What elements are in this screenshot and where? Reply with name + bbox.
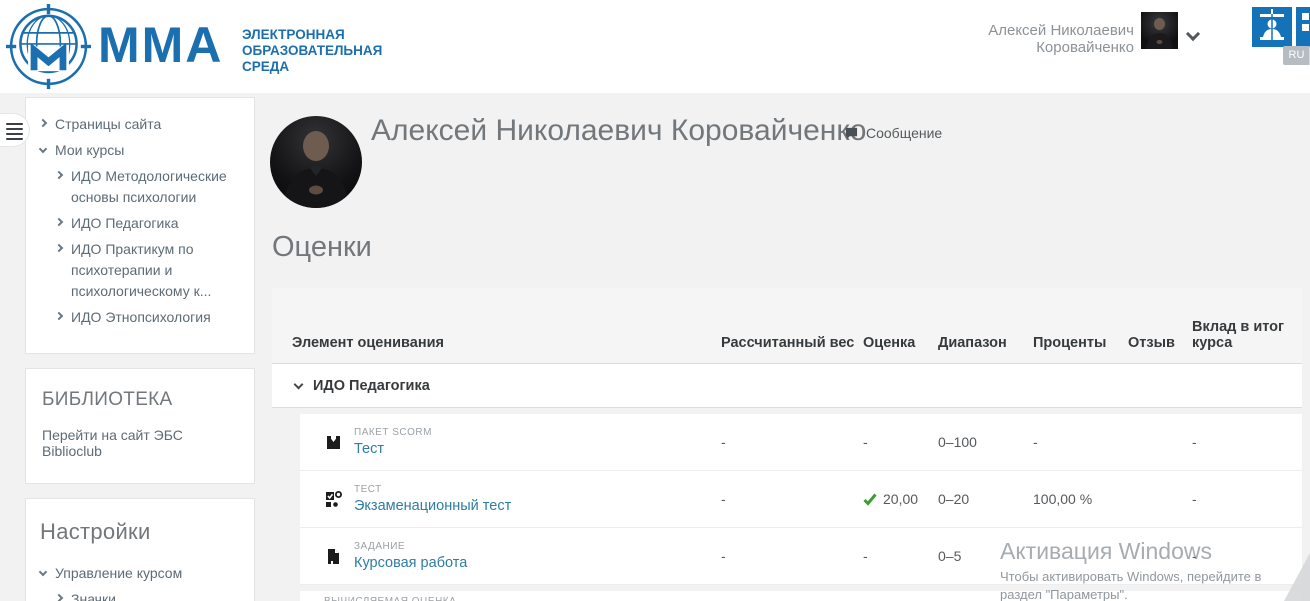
cell-percent: 100,00 % [1033, 491, 1128, 507]
sidebar-item-label: Мои курсы [55, 140, 124, 161]
sidebar-item-badges[interactable]: Значки [56, 589, 240, 601]
message-link-label: Сообщение [866, 125, 942, 141]
profile-avatar [270, 116, 362, 208]
cell-contribution: - [1192, 434, 1302, 450]
item-type-label: ЗАДАНИЕ [354, 541, 467, 552]
sidebar-item-label: ИДО Этнопсихология [71, 307, 211, 328]
sidebar-item-course-praktikum[interactable]: ИДО Практикум по психотерапии и психолог… [56, 239, 240, 302]
grade-value: - [863, 548, 868, 564]
table-row-scorm-test: ПАКЕТ SCORM Тест - - 0–100 - - [300, 414, 1302, 471]
sidebar-item-course-administration[interactable]: Управление курсом [40, 563, 240, 584]
apps-grid-icon[interactable] [1296, 7, 1310, 47]
sidebar-item-label: Управление курсом [55, 563, 182, 584]
column-header-range: Диапазон [938, 335, 1033, 351]
item-type-label: ВЫЧИСЛЯЕМАЯ ОЦЕНКА [300, 591, 1302, 601]
grade-item-link[interactable]: Тест [354, 441, 432, 457]
cell-percent: - [1033, 434, 1128, 450]
item-type-label: ТЕСТ [354, 484, 511, 495]
column-header-item: Элемент оценивания [272, 335, 721, 351]
chevron-right-icon [39, 119, 47, 127]
grades-report-table: Элемент оценивания Рассчитанный вес Оцен… [272, 288, 1302, 601]
column-header-percent: Проценты [1033, 335, 1128, 351]
cell-contribution: - [1192, 491, 1302, 507]
cell-grade: - [863, 434, 938, 450]
scorm-icon [325, 434, 342, 451]
item-type-label: ПАКЕТ SCORM [354, 427, 432, 438]
tagline-line: СРЕДА [242, 59, 382, 75]
chevron-down-icon [39, 145, 47, 153]
page-title: Оценки [272, 231, 372, 264]
table-row-exam-quiz: ТЕСТ Экзаменационный тест - 20,00 0–20 1… [300, 471, 1302, 528]
cell-weight: - [721, 434, 863, 450]
sidebar-item-course-pedagogika[interactable]: ИДО Педагогика [56, 213, 240, 234]
message-bubble-icon [845, 127, 858, 140]
cell-range: 0–5 [938, 548, 1033, 564]
course-section-label: ИДО Педагогика [313, 378, 430, 394]
column-header-weight: Рассчитанный вес [721, 335, 863, 351]
grade-value: 20,00 [883, 491, 918, 507]
cell-grade: 20,00 [863, 491, 938, 507]
quiz-icon [325, 491, 342, 508]
cell-weight: - [721, 491, 863, 507]
sidebar-item-label: Значки [71, 589, 116, 601]
course-section-row[interactable]: ИДО Педагогика [272, 363, 1302, 408]
mma-logo-globe-icon[interactable] [6, 4, 91, 89]
sidebar-item-label: ИДО Практикум по психотерапии и психолог… [71, 239, 240, 302]
sidebar: Страницы сайта Мои курсы ИДО Методологич… [25, 97, 255, 601]
sidebar-item-my-courses[interactable]: Мои курсы [40, 140, 240, 161]
grade-item-link[interactable]: Экзаменационный тест [354, 498, 511, 514]
chevron-down-icon [39, 568, 47, 576]
assignment-icon [325, 548, 342, 565]
chevron-right-icon [55, 171, 63, 179]
brand-title[interactable]: ММА [98, 16, 223, 74]
user-menu-name[interactable]: Алексей Николаевич Коровайченко [888, 22, 1134, 56]
pass-checkmark-icon [863, 492, 877, 506]
sidebar-item-course-metodologicheskie[interactable]: ИДО Методологические основы психологии [56, 166, 240, 208]
column-header-feedback: Отзыв [1128, 335, 1192, 351]
column-header-contribution: Вклад в итог курса [1192, 319, 1302, 351]
tagline-line: ОБРАЗОВАТЕЛЬНАЯ [242, 43, 382, 59]
user-avatar-small[interactable] [1141, 12, 1178, 49]
chevron-down-icon [294, 379, 304, 389]
top-header: ММА ЭЛЕКТРОННАЯ ОБРАЗОВАТЕЛЬНАЯ СРЕДА Ал… [0, 0, 1310, 93]
table-row-partial-bottom: ВЫЧИСЛЯЕМАЯ ОЦЕНКА [300, 591, 1302, 601]
grade-item-link[interactable]: Курсовая работа [354, 555, 467, 571]
library-biblioclub-link[interactable]: Перейти на сайт ЭБС Biblioclub [42, 427, 238, 459]
chevron-right-icon [55, 218, 63, 226]
settings-block-title: Настройки [40, 519, 240, 545]
library-block-title: БИБЛИОТЕКА [42, 389, 238, 411]
language-badge-ru[interactable]: RU [1283, 46, 1310, 65]
library-block: БИБЛИОТЕКА Перейти на сайт ЭБС Biblioclu… [25, 368, 255, 484]
brand-tagline: ЭЛЕКТРОННАЯ ОБРАЗОВАТЕЛЬНАЯ СРЕДА [242, 27, 382, 75]
table-row-coursework: ЗАДАНИЕ Курсовая работа - - 0–5 - [300, 528, 1302, 585]
settings-block: Настройки Управление курсом Значки [25, 498, 255, 601]
sidebar-item-site-pages[interactable]: Страницы сайта [40, 114, 240, 135]
column-header-grade: Оценка [863, 335, 938, 351]
list-menu-icon [6, 123, 23, 138]
cell-range: 0–100 [938, 434, 1033, 450]
grades-table-header-row: Элемент оценивания Рассчитанный вес Оцен… [272, 288, 1302, 363]
tagline-line: ЭЛЕКТРОННАЯ [242, 27, 382, 43]
navigation-block: Страницы сайта Мои курсы ИДО Методологич… [25, 97, 255, 354]
sidebar-item-label: ИДО Педагогика [71, 213, 179, 234]
sidebar-item-course-etnopsihologiya[interactable]: ИДО Этнопсихология [56, 307, 240, 328]
send-message-link[interactable]: Сообщение [845, 125, 942, 141]
grade-value: - [863, 434, 868, 450]
contact-card-icon[interactable] [1252, 7, 1292, 47]
profile-name-heading: Алексей Николаевич Коровайченко [371, 114, 866, 148]
chevron-right-icon [55, 244, 63, 252]
cell-grade: - [863, 548, 938, 564]
user-menu-chevron-down-icon[interactable] [1188, 26, 1198, 44]
page-curl-decoration [1284, 553, 1310, 601]
chevron-right-icon [55, 312, 63, 320]
cell-range: 0–20 [938, 491, 1033, 507]
grade-rows: ПАКЕТ SCORM Тест - - 0–100 - - [300, 414, 1302, 585]
sidebar-item-label: ИДО Методологические основы психологии [71, 166, 240, 208]
cell-weight: - [721, 548, 863, 564]
chevron-right-icon [55, 594, 63, 601]
sidebar-item-label: Страницы сайта [55, 114, 161, 135]
